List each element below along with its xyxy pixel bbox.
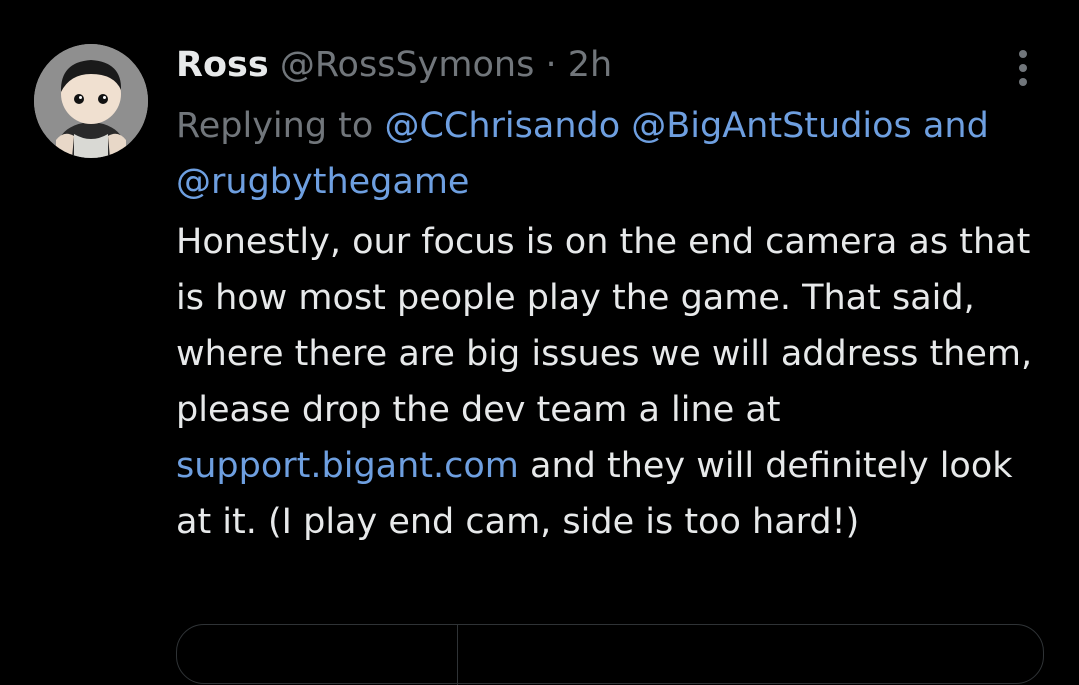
funko-avatar-icon: [34, 44, 148, 158]
author-handle[interactable]: @RossSymons: [280, 45, 535, 85]
more-options-button[interactable]: [1006, 48, 1040, 88]
tweet-text-part1: Honestly, our focus is on the end camera…: [176, 222, 1033, 430]
author-name[interactable]: Ross: [176, 45, 269, 85]
tweet[interactable]: Ross @RossSymons · 2h Replying to @CChri…: [0, 0, 1079, 685]
reply-mention-cchrisando[interactable]: @CChrisando: [384, 106, 620, 146]
reply-and: and: [922, 106, 989, 146]
replying-to-label: Replying to: [176, 106, 374, 146]
reply-mention-bigantstudios[interactable]: @BigAntStudios: [631, 106, 912, 146]
reply-mention-rugbythegame[interactable]: @rugbythegame: [176, 162, 469, 202]
avatar[interactable]: [34, 44, 148, 158]
more-vertical-icon: [1019, 50, 1027, 86]
card-divider: [457, 625, 458, 685]
header-separator: ·: [545, 45, 557, 85]
tweet-header: Ross @RossSymons · 2h: [176, 40, 612, 90]
replying-to: Replying to @CChrisando @BigAntStudios a…: [176, 98, 1036, 210]
tweet-time[interactable]: 2h: [568, 45, 612, 85]
embedded-card[interactable]: [176, 624, 1044, 685]
support-link[interactable]: support.bigant.com: [176, 446, 519, 486]
tweet-text: Honestly, our focus is on the end camera…: [176, 214, 1036, 550]
